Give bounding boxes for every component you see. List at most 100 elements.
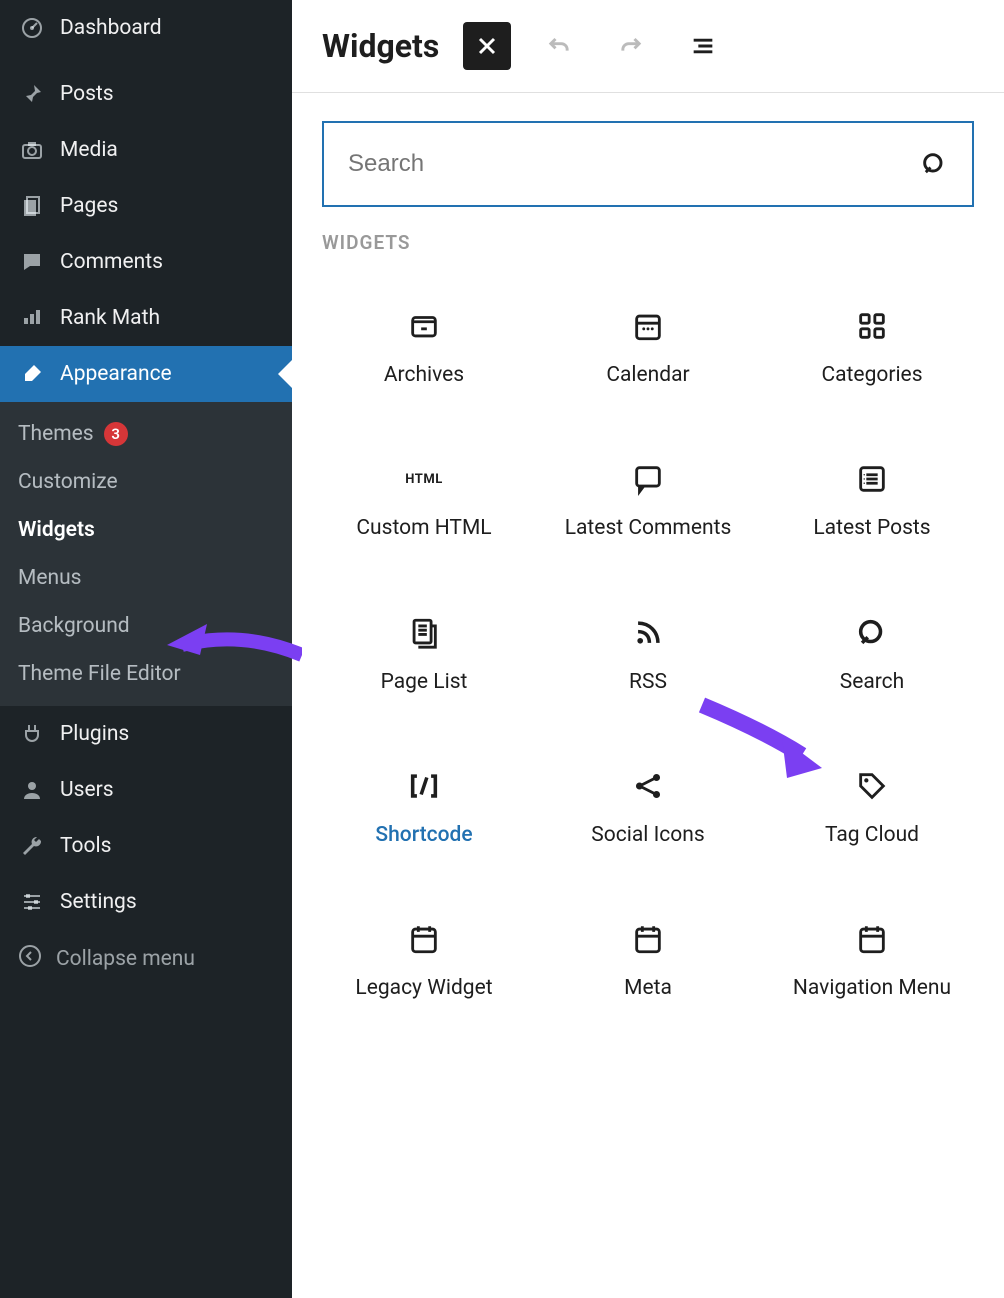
widget-archives[interactable]: Archives [312,272,536,425]
sidebar-item-label: Settings [60,890,137,914]
widget-label: Page List [381,669,468,696]
calendar2-icon [630,921,666,957]
update-badge: 3 [104,422,128,446]
sliders-icon [18,888,46,916]
submenu-item-themes[interactable]: Themes 3 [0,410,292,458]
appearance-submenu: Themes 3 Customize Widgets Menus Backgro… [0,402,292,706]
comment-icon [18,248,46,276]
widget-label: Search [840,669,905,696]
sidebar-item-label: Dashboard [60,16,162,40]
rss-icon [630,615,666,651]
sidebar-item-label: Comments [60,250,163,274]
pagelist-icon [406,615,442,651]
widgets-section-label: WIDGETS [292,231,1004,262]
widget-label: Latest Comments [565,515,732,542]
brush-icon [18,360,46,388]
sidebar-item-label: Rank Math [60,306,160,330]
widget-label: Meta [624,975,672,1002]
widget-label: Shortcode [375,822,472,849]
calendar2-icon [406,921,442,957]
widget-legacywidget[interactable]: Legacy Widget [312,885,536,1038]
search-input[interactable] [348,150,920,178]
sidebar-item-media[interactable]: Media [0,122,292,178]
sidebar-item-label: Pages [60,194,118,218]
widget-label: Navigation Menu [793,975,951,1002]
widget-search[interactable]: Search [760,579,984,732]
widget-label: RSS [629,669,667,696]
widget-shortcode[interactable]: Shortcode [312,732,536,885]
collapse-icon [18,944,42,974]
block-search[interactable] [322,121,974,207]
submenu-item-background[interactable]: Background [0,602,292,650]
submenu-item-customize[interactable]: Customize [0,458,292,506]
widget-latestcomments[interactable]: Latest Comments [536,425,760,578]
widget-tagcloud[interactable]: Tag Cloud [760,732,984,885]
submenu-item-themeeditor[interactable]: Theme File Editor [0,650,292,698]
wrench-icon [18,832,46,860]
share-icon [630,768,666,804]
user-icon [18,776,46,804]
submenu-item-label: Theme File Editor [18,662,181,686]
sidebar-item-label: Appearance [60,362,172,386]
widget-meta[interactable]: Meta [536,885,760,1038]
sidebar-item-label: Tools [60,834,111,858]
sidebar-item-users[interactable]: Users [0,762,292,818]
sidebar-item-settings[interactable]: Settings [0,874,292,930]
sidebar-item-tools[interactable]: Tools [0,818,292,874]
submenu-item-label: Customize [18,470,118,494]
widget-calendar[interactable]: Calendar [536,272,760,425]
sidebar-item-rankmath[interactable]: Rank Math [0,290,292,346]
sidebar-item-label: Posts [60,82,114,106]
close-inserter-button[interactable] [463,22,511,70]
chart-icon [18,304,46,332]
widget-label: Tag Cloud [825,822,919,849]
sidebar-item-dashboard[interactable]: Dashboard [0,0,292,56]
calendar-icon [630,308,666,344]
widget-latestposts[interactable]: Latest Posts [760,425,984,578]
collapse-menu[interactable]: Collapse menu [0,930,292,988]
widget-rss[interactable]: RSS [536,579,760,732]
undo-button[interactable] [535,22,583,70]
page-title: Widgets [322,27,439,65]
main-content: Widgets WIDGETS Archives Calendar Catego… [292,0,1004,1298]
widget-label: Archives [384,362,464,389]
submenu-item-widgets[interactable]: Widgets [0,506,292,554]
sidebar-item-plugins[interactable]: Plugins [0,706,292,762]
sidebar-item-pages[interactable]: Pages [0,178,292,234]
submenu-item-label: Menus [18,566,81,590]
calendar2-icon [854,921,890,957]
submenu-item-label: Widgets [18,518,95,542]
folder-icon [406,308,442,344]
widget-socialicons[interactable]: Social Icons [536,732,760,885]
list-icon [854,461,890,497]
submenu-item-label: Themes [18,422,94,446]
submenu-item-label: Background [18,614,130,638]
sidebar-item-posts[interactable]: Posts [0,66,292,122]
list-view-button[interactable] [679,22,727,70]
widget-label: Categories [821,362,922,389]
sidebar-item-label: Users [60,778,114,802]
redo-button[interactable] [607,22,655,70]
pin-icon [18,80,46,108]
search-icon [920,150,948,178]
widget-categories[interactable]: Categories [760,272,984,425]
commentbox-icon [630,461,666,497]
widget-label: Latest Posts [813,515,930,542]
widget-customhtml[interactable]: HTML Custom HTML [312,425,536,578]
widget-label: Legacy Widget [355,975,492,1002]
plug-icon [18,720,46,748]
sidebar-item-appearance[interactable]: Appearance [0,346,292,402]
tag-icon [854,768,890,804]
shortcode-icon [406,768,442,804]
widget-navmenu[interactable]: Navigation Menu [760,885,984,1038]
collapse-label: Collapse menu [56,947,195,971]
submenu-item-menus[interactable]: Menus [0,554,292,602]
admin-sidebar: Dashboard Posts Media Pages Comments Ran… [0,0,292,1298]
camera-icon [18,136,46,164]
search-icon [854,615,890,651]
sidebar-item-comments[interactable]: Comments [0,234,292,290]
widget-label: Calendar [606,362,689,389]
widget-label: Social Icons [591,822,704,849]
widget-pagelist[interactable]: Page List [312,579,536,732]
html-icon: HTML [406,461,442,497]
